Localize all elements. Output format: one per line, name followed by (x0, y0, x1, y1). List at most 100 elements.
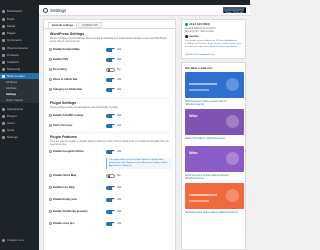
addon-link[interactable]: WooCommerce Styles add-on (WooCommerce) (185, 211, 244, 214)
key-icon (185, 35, 188, 38)
version-heading: v4.9.1 (3/1 2024) (185, 23, 209, 26)
addon-banner[interactable]: Woo (185, 109, 244, 135)
section-desc-features: Here are you can enable or disable featu… (50, 140, 169, 146)
toggle-value: Yes (117, 48, 122, 51)
setting-label: Enable JavaScript property (53, 210, 88, 213)
toggle-enable-icon-skip[interactable] (106, 185, 115, 190)
megaphone-icon (2, 67, 5, 71)
toggle-no-coding[interactable] (106, 67, 115, 72)
sidebar-item-marketing[interactable]: Marketing (0, 66, 39, 72)
sidebar-item-dashboard[interactable]: Dashboard (0, 8, 39, 14)
info-notice: This option allows you to include featur… (106, 158, 172, 169)
license-heading: License (185, 35, 199, 38)
status-card: v4.9.1 (3/1 2024) Created 2023-02-10 by … (181, 19, 246, 59)
help-icon[interactable] (49, 88, 52, 91)
admin-sidebar: Dashboard Posts Media Pages Comments Woo… (0, 5, 39, 250)
sidebar-item-products[interactable]: Products (0, 52, 39, 58)
map-icon (226, 189, 239, 202)
page-title: Settings (50, 8, 67, 13)
media-icon (2, 24, 5, 28)
sidebar-item-appearance[interactable]: Appearance (0, 106, 39, 112)
dashboard-icon (2, 9, 5, 13)
help-icon[interactable] (49, 68, 52, 71)
toggle-enable-css[interactable] (106, 57, 115, 62)
setting-label: No Coding (53, 68, 67, 71)
help-icon[interactable] (49, 198, 52, 201)
submenu-item-import-export[interactable]: Import / Export (0, 97, 39, 103)
save-changes-button[interactable]: Save Changes (223, 7, 246, 14)
toggle-disable-store-map[interactable] (106, 173, 115, 178)
help-icon[interactable] (49, 210, 52, 213)
toggle-enable-ajax-lookup[interactable] (106, 113, 115, 118)
sidebar-item-woocommerce[interactable]: WooCommerce (0, 45, 39, 51)
addons-title: Our Best e-Add-ons (185, 66, 213, 70)
toggle-enable-empty-pins[interactable] (106, 197, 115, 202)
help-icon[interactable] (49, 114, 52, 117)
help-icon[interactable] (49, 78, 52, 81)
section-divider (50, 132, 171, 133)
sidebar-item-users[interactable]: Users (0, 120, 39, 126)
section-title-wordpress: WordPress Settings (50, 32, 85, 36)
tab-divider (44, 28, 175, 29)
settings-panel: General settings Z-INDEX API WordPress S… (43, 19, 176, 250)
setting-label: Enable Empty pins (53, 198, 78, 201)
toggle-enable-googlejs-notice[interactable] (106, 149, 115, 154)
toggle-store-currency[interactable] (106, 123, 115, 128)
updates-link[interactable]: Updates: 93 unsupported sites (185, 54, 244, 57)
toggle-show-in-admin-bar[interactable] (106, 77, 115, 82)
gear-icon (43, 8, 48, 13)
sidebar-item-pages[interactable]: Pages (0, 30, 39, 36)
addon-banner[interactable] (185, 72, 244, 98)
license-dashboard-link[interactable]: open the license dashboard (210, 46, 237, 48)
setting-label: Disable Store Map (53, 174, 77, 177)
addon-link[interactable]: Marker Pin add-on (WooCommerce) (185, 137, 244, 140)
section-desc-plugin: These settings enable overall features a… (50, 106, 119, 109)
setting-label: Enable frontend Map (53, 48, 80, 51)
setting-label: Enable CSS (53, 58, 69, 61)
sidebar-item-settings[interactable]: Settings (0, 134, 39, 140)
sidebar-item-plugins[interactable]: Plugins (0, 113, 39, 119)
setting-label: Show in Admin Bar (53, 78, 78, 81)
help-icon[interactable] (49, 222, 52, 225)
page-header: Settings Save Changes (39, 5, 250, 16)
help-icon[interactable] (49, 186, 52, 189)
setting-label: Store Currency (53, 124, 73, 127)
sidebar-item-comments[interactable]: Comments (0, 37, 39, 43)
pin-icon (2, 17, 5, 21)
sidebar-item-analytics[interactable]: Analytics (0, 59, 39, 65)
toggle-enable-store-pro[interactable] (106, 221, 115, 226)
sidebar-item-posts[interactable]: Posts (0, 16, 39, 22)
toggle-category-in-admin-bar[interactable] (106, 87, 115, 92)
sidebar-item-media[interactable]: Media (0, 23, 39, 29)
help-icon[interactable] (49, 48, 52, 51)
sidebar-item-tools[interactable]: Tools (0, 127, 39, 133)
addon-banner[interactable] (185, 183, 244, 209)
toggle-value: Yes (117, 186, 122, 189)
help-icon[interactable] (49, 150, 52, 153)
toggle-value: Yes (117, 124, 122, 127)
page-icon (2, 31, 5, 35)
help-icon[interactable] (49, 174, 52, 177)
toggle-value: Yes (117, 88, 122, 91)
section-title-features: Plugin Features (50, 135, 77, 139)
collapse-menu-button[interactable]: Collapse menu (2, 239, 24, 242)
setting-label: Enable Icon Skip (53, 186, 75, 189)
map-pin-icon (226, 78, 239, 91)
addon-link[interactable]: WooCommerce Invoice data & discount (Woo… (185, 174, 244, 180)
check-icon (185, 23, 188, 26)
help-icon[interactable] (49, 58, 52, 61)
help-icon[interactable] (49, 124, 52, 127)
toggle-value: Yes (117, 114, 122, 117)
toggle-value: Yes (117, 58, 122, 61)
section-title-plugin: Plugin Settings (50, 101, 77, 105)
setting-label: Category in Admin Bar (53, 88, 83, 91)
section-desc-wordpress: Please configure how WordPress Store Loc… (50, 37, 167, 43)
toggle-enable-javascript-property[interactable] (106, 209, 115, 214)
section-divider (50, 98, 171, 99)
toggle-value: Yes (117, 78, 122, 81)
addon-banner[interactable]: Woo (185, 146, 244, 172)
brush-icon (2, 107, 5, 111)
addon-link[interactable]: WooCommerce Store Locator add-on (WooCom… (185, 100, 244, 106)
toggle-enable-frontend-map[interactable] (106, 47, 115, 52)
archive-icon (2, 53, 5, 57)
